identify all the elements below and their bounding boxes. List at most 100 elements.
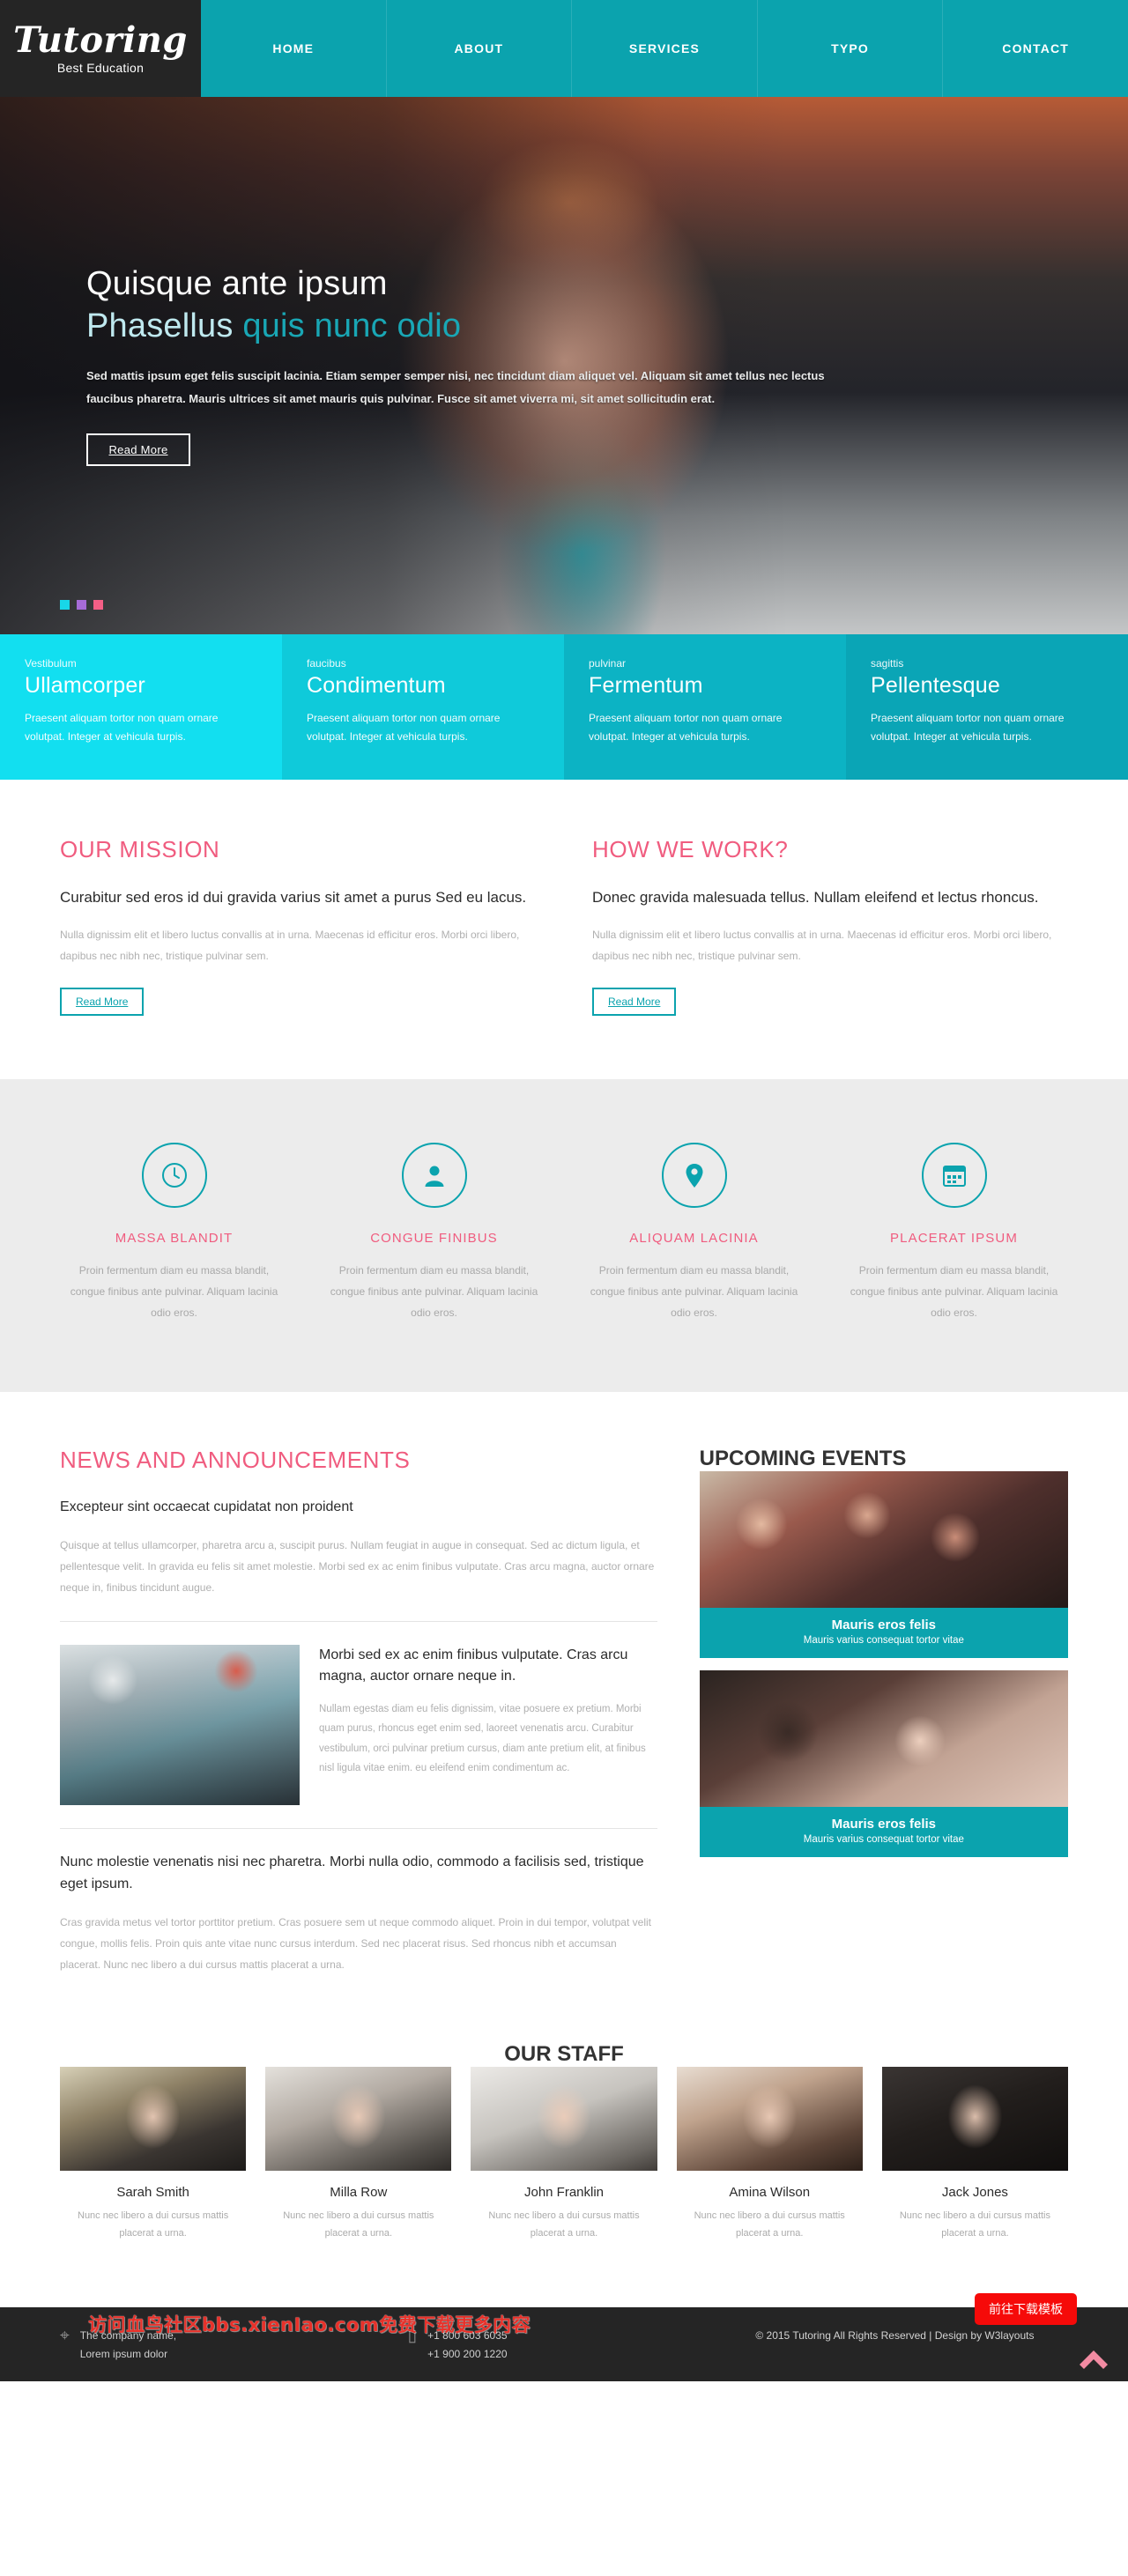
staff-member-2[interactable]: Milla Row Nunc nec libero a dui cursus m… (265, 2066, 452, 2243)
hero-headline-1: Quisque ante ipsum (86, 265, 388, 302)
nav-item-typo[interactable]: TYPO (758, 0, 944, 97)
events-column: UPCOMING EVENTS Mauris eros felis Mauris… (699, 1447, 1068, 1974)
how-we-work-column: HOW WE WORK? Donec gravida malesuada tel… (592, 836, 1068, 1017)
slider-dot-2[interactable] (77, 600, 86, 610)
feature-text: Praesent aliquam tortor non quam ornare … (589, 712, 783, 743)
event-subtitle: Mauris varius consequat tortor vitae (803, 1834, 964, 1846)
footer-copyright-col: © 2015 Tutoring All Rights Reserved | De… (755, 2327, 1068, 2363)
nav-item-contact[interactable]: CONTACT (943, 0, 1128, 97)
feature-title: Pellentesque (871, 673, 1000, 698)
feature-tag: sagittis (871, 657, 904, 670)
event-title: Mauris eros felis (831, 1817, 937, 1832)
feature-card-3[interactable]: pulvinar Fermentum Praesent aliquam tort… (564, 634, 846, 780)
mission-title: OUR MISSION (60, 836, 220, 862)
logo[interactable]: Tutoring Best Education (0, 0, 201, 97)
service-text: Proin fermentum diam eu massa blandit, c… (70, 1264, 278, 1320)
mission-text: Nulla dignissim elit et libero luctus co… (60, 929, 520, 962)
staff-photo (676, 2066, 863, 2171)
service-item-aliquam-lacinia[interactable]: ALIQUAM LACINIA Proin fermentum diam eu … (564, 1143, 824, 1323)
staff-member-5[interactable]: Jack Jones Nunc nec libero a dui cursus … (881, 2066, 1069, 2243)
location-pin-icon: ⌖ (60, 2327, 70, 2346)
staff-member-4[interactable]: Amina Wilson Nunc nec libero a dui cursu… (676, 2066, 863, 2243)
news-lead-heading: Excepteur sint occaecat cupidatat non pr… (60, 1499, 353, 1515)
event-card-2[interactable]: Mauris eros felis Mauris varius consequa… (699, 1670, 1068, 1858)
service-title: MASSA BLANDIT (115, 1231, 234, 1247)
news-thumbnail-image (60, 1644, 300, 1805)
staff-name: John Franklin (523, 2184, 605, 2200)
main-nav: HOME ABOUT SERVICES TYPO CONTACT (201, 0, 1128, 97)
service-text: Proin fermentum diam eu massa blandit, c… (330, 1264, 538, 1320)
staff-name: Milla Row (330, 2184, 388, 2200)
footer-copyright: © 2015 Tutoring All Rights Reserved | De… (755, 2329, 1035, 2343)
staff-name: Amina Wilson (729, 2184, 811, 2200)
feature-card-1[interactable]: Vestibulum Ullamcorper Praesent aliquam … (0, 634, 282, 780)
staff-desc: Nunc nec libero a dui cursus mattis plac… (694, 2210, 845, 2239)
service-title: CONGUE FINIBUS (370, 1231, 498, 1247)
service-text: Proin fermentum diam eu massa blandit, c… (590, 1264, 798, 1320)
service-title: ALIQUAM LACINIA (629, 1231, 759, 1247)
service-item-massa-blandit[interactable]: MASSA BLANDIT Proin fermentum diam eu ma… (44, 1143, 304, 1323)
news-column: NEWS AND ANNOUNCEMENTS Excepteur sint oc… (60, 1447, 657, 1974)
download-template-button[interactable]: 前往下载模板 (975, 2293, 1077, 2326)
news-lead-text: Quisque at tellus ullamcorper, pharetra … (60, 1538, 655, 1594)
staff-desc: Nunc nec libero a dui cursus mattis plac… (899, 2210, 1050, 2239)
chevron-up-icon (1080, 2350, 1108, 2370)
mission-heading: Curabitur sed eros id dui gravida varius… (60, 889, 527, 906)
staff-member-1[interactable]: Sarah Smith Nunc nec libero a dui cursus… (60, 2066, 247, 2243)
news-media-body: Morbi sed ex ac enim finibus vulputate. … (319, 1645, 657, 1805)
event-caption: Mauris eros felis Mauris varius consequa… (699, 1807, 1068, 1858)
staff-member-3[interactable]: John Franklin Nunc nec libero a dui curs… (471, 2066, 657, 2243)
event-image (699, 1471, 1068, 1609)
feature-title: Ullamcorper (25, 673, 145, 698)
staff-section: OUR STAFF Sarah Smith Nunc nec libero a … (0, 2010, 1128, 2308)
hero-headline-2-lead: Phasellus (86, 307, 234, 344)
watermark-text: 访问血鸟社区bbs.xienIao.com免费下载更多内容 (88, 2314, 531, 2336)
feature-text: Praesent aliquam tortor non quam ornare … (871, 712, 1065, 743)
mission-section: OUR MISSION Curabitur sed eros id dui gr… (0, 780, 1128, 1080)
news-bottom-block: Nunc molestie venenatis nisi nec pharetr… (60, 1852, 657, 1975)
footer-address-line2: Lorem ipsum dolor (79, 2347, 168, 2360)
mission-column: OUR MISSION Curabitur sed eros id dui gr… (60, 836, 536, 1017)
event-subtitle: Mauris varius consequat tortor vitae (803, 1635, 964, 1647)
how-we-work-text: Nulla dignissim elit et libero luctus co… (592, 929, 1052, 962)
how-we-work-heading: Donec gravida malesuada tellus. Nullam e… (592, 889, 1039, 906)
events-title: UPCOMING EVENTS (699, 1447, 907, 1471)
staff-title: OUR STAFF (504, 2041, 624, 2066)
site-header: Tutoring Best Education HOME ABOUT SERVI… (0, 0, 1128, 97)
hero-headline-2-rest: quis nunc odio (233, 307, 462, 344)
user-icon (401, 1143, 467, 1209)
service-item-placerat-ipsum[interactable]: PLACERAT IPSUM Proin fermentum diam eu m… (824, 1143, 1084, 1323)
feature-text: Praesent aliquam tortor non quam ornare … (307, 712, 501, 743)
feature-card-2[interactable]: faucibus Condimentum Praesent aliquam to… (282, 634, 564, 780)
hero-paragraph: Sed mattis ipsum eget felis suscipit lac… (86, 369, 825, 405)
hero-content: Quisque ante ipsum Phasellus quis nunc o… (26, 97, 1102, 634)
hero-banner: Quisque ante ipsum Phasellus quis nunc o… (0, 97, 1128, 634)
how-we-work-read-more-button[interactable]: Read More (592, 988, 677, 1017)
news-item-heading: Morbi sed ex ac enim finibus vulputate. … (319, 1647, 628, 1684)
news-lead-block: Excepteur sint occaecat cupidatat non pr… (60, 1497, 657, 1598)
event-title: Mauris eros felis (831, 1617, 937, 1633)
location-icon (661, 1143, 727, 1209)
back-to-top-button[interactable] (1075, 2339, 1112, 2374)
slider-dot-3[interactable] (93, 600, 103, 610)
hero-read-more-button[interactable]: Read More (86, 433, 190, 466)
service-item-congue-finibus[interactable]: CONGUE FINIBUS Proin fermentum diam eu m… (304, 1143, 564, 1323)
site-footer: ⌖ The company name, Lorem ipsum dolor ▯ … (0, 2293, 1128, 2382)
staff-photo (881, 2066, 1069, 2171)
event-card-1[interactable]: Mauris eros felis Mauris varius consequa… (699, 1471, 1068, 1659)
slider-dot-1[interactable] (60, 600, 70, 610)
feature-card-4[interactable]: sagittis Pellentesque Praesent aliquam t… (846, 634, 1128, 780)
news-bottom-heading: Nunc molestie venenatis nisi nec pharetr… (60, 1854, 644, 1891)
news-title: NEWS AND ANNOUNCEMENTS (60, 1447, 411, 1474)
news-media-item: Morbi sed ex ac enim finibus vulputate. … (60, 1644, 657, 1805)
nav-item-services[interactable]: SERVICES (572, 0, 758, 97)
feature-tag: pulvinar (589, 657, 627, 670)
mission-read-more-button[interactable]: Read More (60, 988, 145, 1017)
staff-photo (60, 2066, 247, 2171)
feature-text: Praesent aliquam tortor non quam ornare … (25, 712, 219, 743)
calendar-icon (921, 1143, 987, 1209)
staff-row: Sarah Smith Nunc nec libero a dui cursus… (60, 2066, 1069, 2243)
nav-item-home[interactable]: HOME (201, 0, 387, 97)
nav-item-about[interactable]: ABOUT (387, 0, 573, 97)
staff-photo (265, 2066, 452, 2171)
